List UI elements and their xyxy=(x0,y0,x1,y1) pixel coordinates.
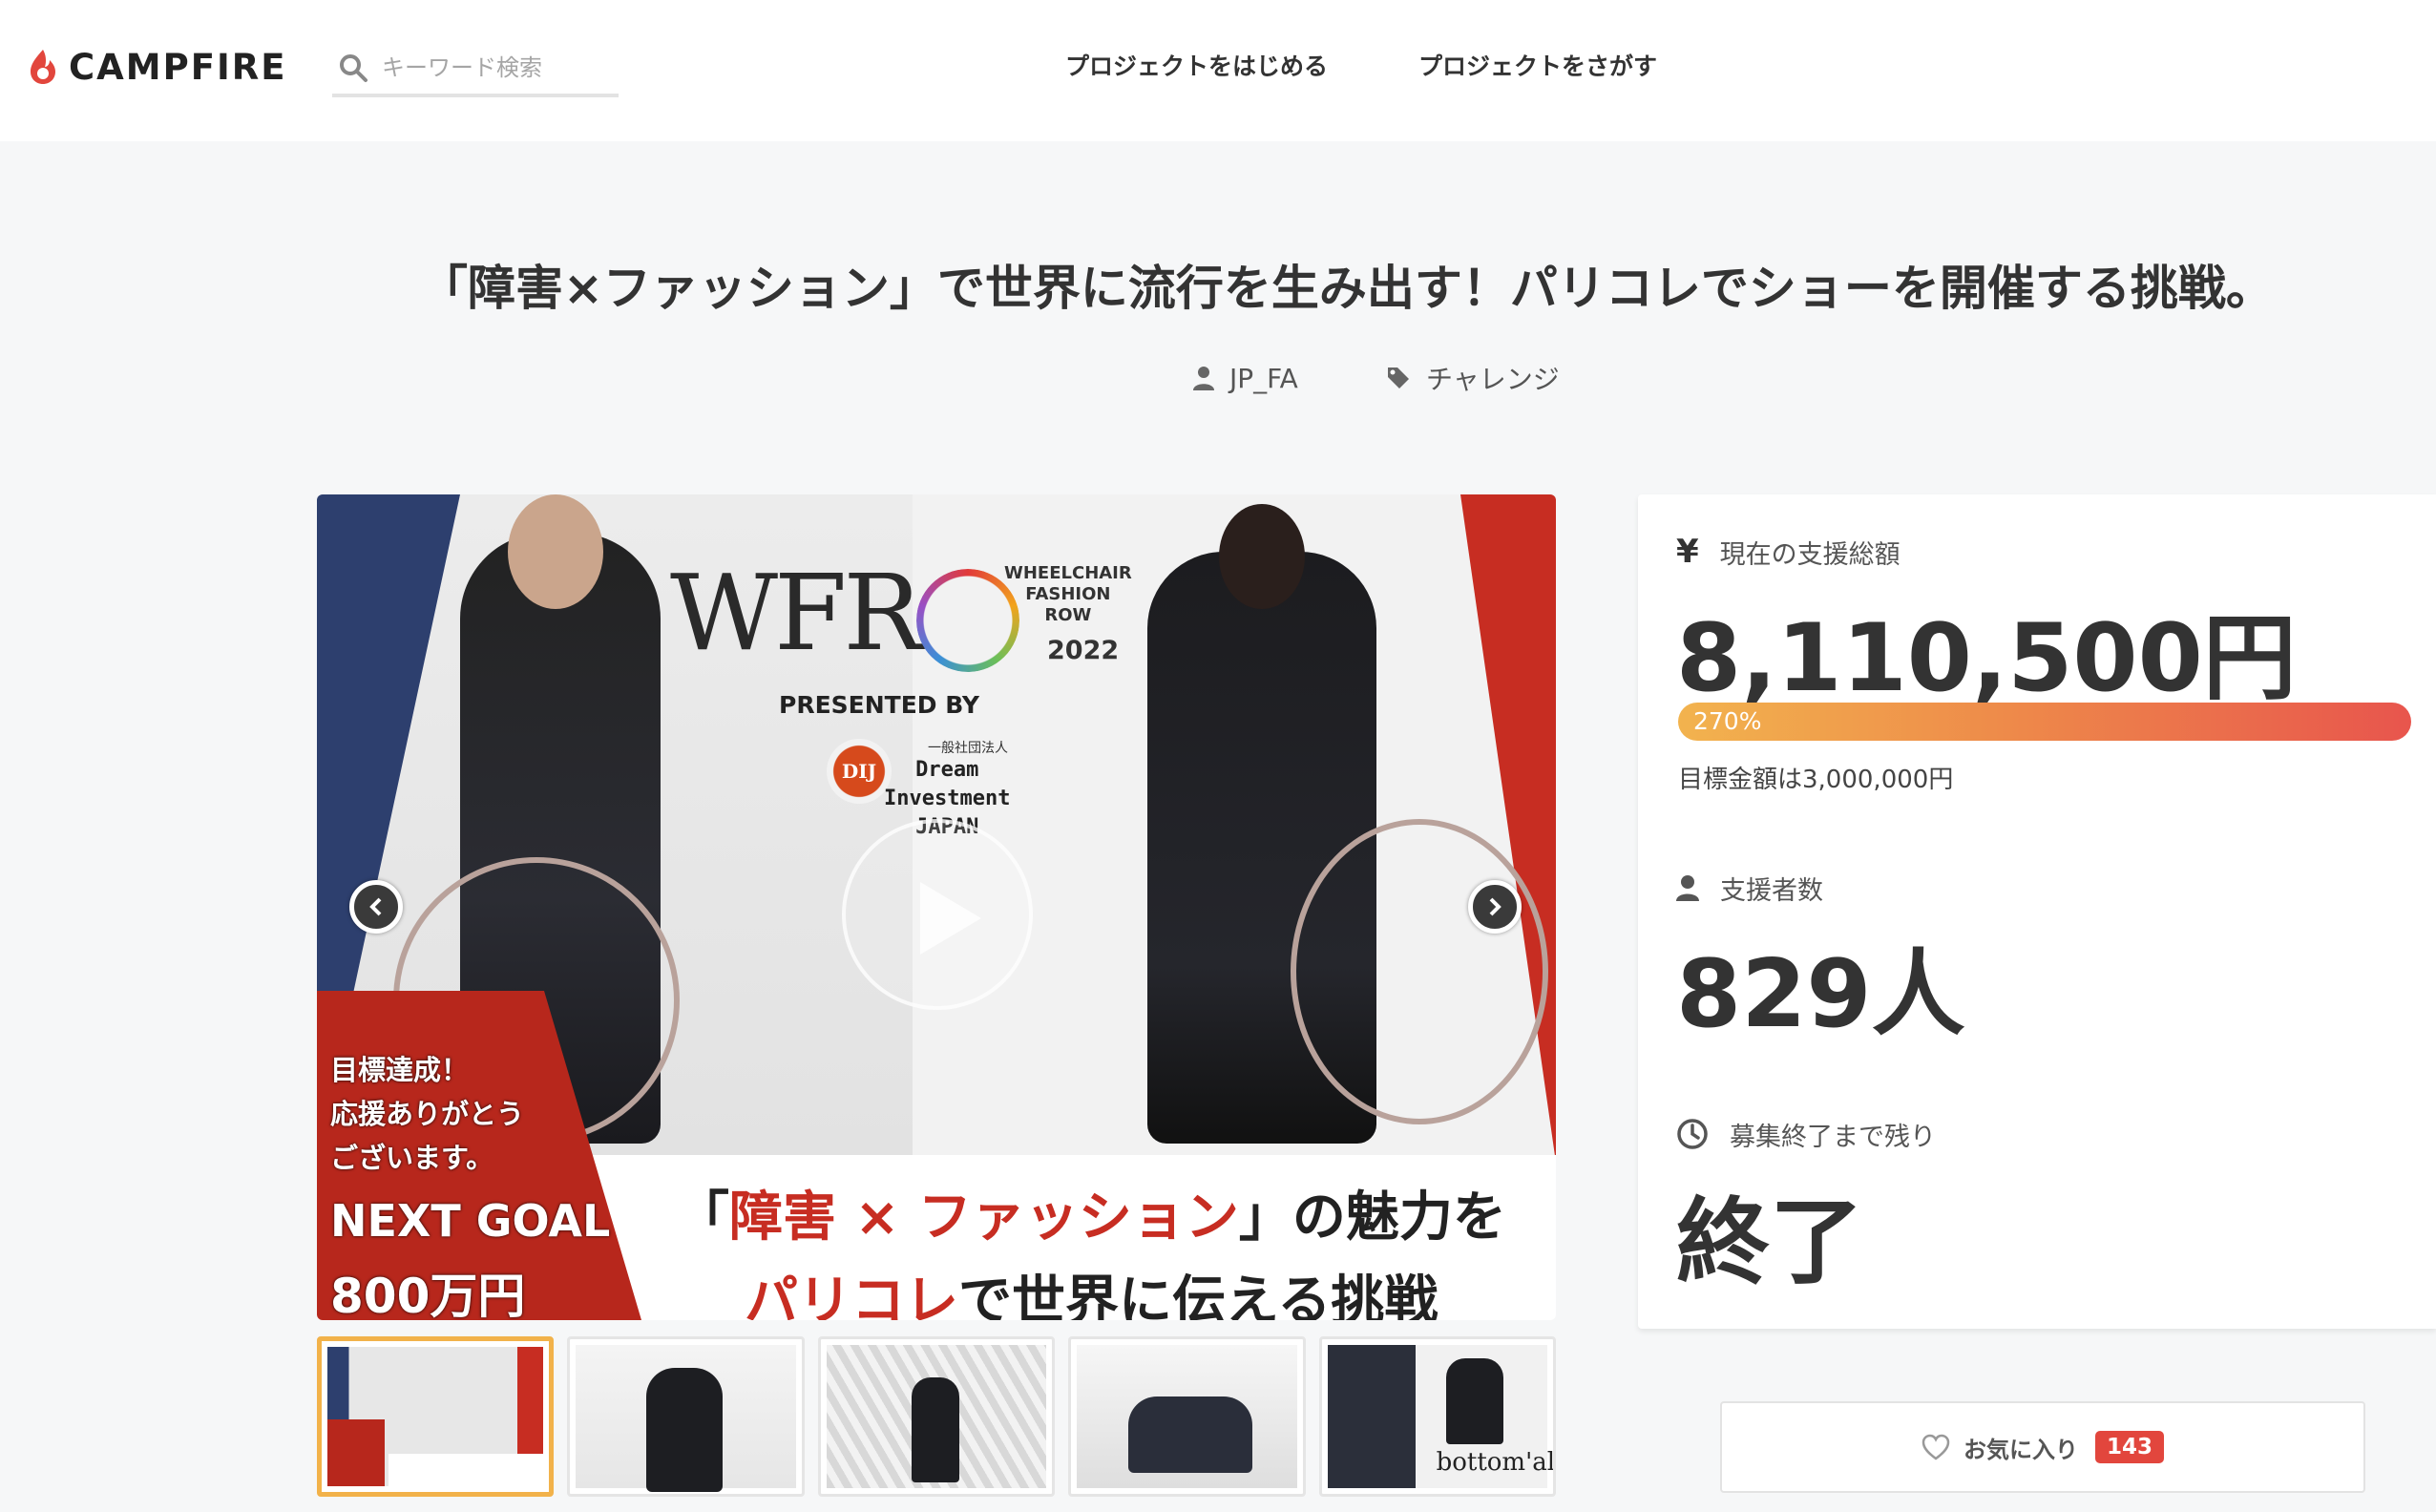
thumbnail-5[interactable]: bottom'all xyxy=(1318,1336,1556,1497)
wheelchair-wheel-right xyxy=(1291,819,1548,1124)
amount-raised: 8,110,500円 xyxy=(1676,604,2297,713)
campfire-logo[interactable]: CAMPFIRE xyxy=(27,46,287,88)
favorite-label: お気に入り xyxy=(1963,1436,2078,1463)
next-goal-label: NEXT GOAL xyxy=(330,1195,611,1247)
goal-achieved-text: 目標達成！ 応援ありがとう ございます。 xyxy=(330,1054,525,1174)
funding-progress-bar: 270% xyxy=(1678,703,2411,741)
clock-icon xyxy=(1677,1119,1708,1149)
next-goal-amount: 800万円 xyxy=(330,1269,526,1320)
flame-icon xyxy=(31,50,55,84)
thumbnail-3[interactable] xyxy=(817,1336,1056,1497)
backers-count: 829人 xyxy=(1676,940,1965,1049)
backers-label: 支援者数 xyxy=(1720,875,1823,906)
favorite-count-badge: 143 xyxy=(2094,1431,2164,1463)
wfr-year: 2022 xyxy=(1047,636,1120,665)
thumbnail-5-brand: bottom'all xyxy=(1436,1448,1556,1477)
tag-icon xyxy=(1388,368,1409,388)
thumbnail-2[interactable] xyxy=(567,1336,805,1497)
slide-prev-button[interactable] xyxy=(349,880,403,934)
slide-next-button[interactable] xyxy=(1468,880,1522,934)
funding-stats-card: ¥ 現在の支援総額 8,110,500円 270% 目標金額は3,000,000… xyxy=(1638,494,2436,1329)
search-icon xyxy=(340,54,368,82)
wfr-logo: WFR xyxy=(670,552,922,674)
hero-tagline-line1: 「障害 × ファッション」の魅力を xyxy=(676,1186,1506,1249)
project-category[interactable]: チャレンジ xyxy=(1386,359,1560,397)
goal-amount-note: 目標金額は3,000,000円 xyxy=(1678,766,1954,794)
thumbnail-strip: bottom'all xyxy=(317,1336,1556,1497)
video-play-button[interactable] xyxy=(842,819,1033,1010)
org-type: 一般社団法人 xyxy=(928,741,1008,756)
male-model-head xyxy=(508,494,603,609)
nav-start-project[interactable]: プロジェクトをはじめる xyxy=(1065,48,1328,86)
heart-icon xyxy=(1922,1434,1950,1460)
thumbnail-4[interactable] xyxy=(1068,1336,1306,1497)
yen-icon: ¥ xyxy=(1676,533,1699,571)
owner-name: JP_FA xyxy=(1229,362,1298,394)
chevron-right-icon xyxy=(1489,897,1502,916)
search-input[interactable] xyxy=(382,54,601,81)
amount-label: 現在の支援総額 xyxy=(1719,539,1900,570)
nav-find-project[interactable]: プロジェクトをさがす xyxy=(1418,48,1657,86)
project-main-visual[interactable]: WFR WHEELCHAIR FASHION ROW 2022 PRESENTE… xyxy=(317,494,1556,1320)
remaining-label: 募集終了まで残り xyxy=(1730,1122,1936,1152)
wfr-subtitle: WHEELCHAIR FASHION ROW xyxy=(1004,563,1132,625)
amount-label-row: ¥ 現在の支援総額 xyxy=(1676,533,1900,571)
female-model-head xyxy=(1219,504,1305,609)
dij-logo-badge: DIJ xyxy=(827,739,892,804)
progress-percent: 270% xyxy=(1693,707,1762,735)
page-title: 「障害×ファッション」で世界に流行を生み出す！パリコレでショーを開催する挑戦。 xyxy=(420,261,2274,316)
favorite-button[interactable]: お気に入り 143 xyxy=(1720,1401,2365,1493)
hero-tagline-line2: パリコレで世界に伝える挑戦 xyxy=(745,1270,1438,1320)
logo-text: CAMPFIRE xyxy=(69,46,287,88)
remaining-label-row: 募集終了まで残り xyxy=(1676,1115,1936,1153)
project-owner[interactable]: JP_FA xyxy=(1193,359,1298,397)
user-icon xyxy=(1193,367,1214,390)
category-name: チャレンジ xyxy=(1426,364,1560,395)
presented-by: PRESENTED BY xyxy=(779,691,980,719)
backers-label-row: 支援者数 xyxy=(1676,869,1823,907)
search-box[interactable] xyxy=(332,42,619,97)
user-icon xyxy=(1676,875,1699,901)
thumbnail-1[interactable] xyxy=(317,1336,555,1497)
chevron-left-icon xyxy=(369,897,382,916)
remaining-value: 終了 xyxy=(1676,1188,1864,1297)
site-header: CAMPFIRE プロジェクトをはじめる プロジェクトをさがす xyxy=(0,0,2436,141)
